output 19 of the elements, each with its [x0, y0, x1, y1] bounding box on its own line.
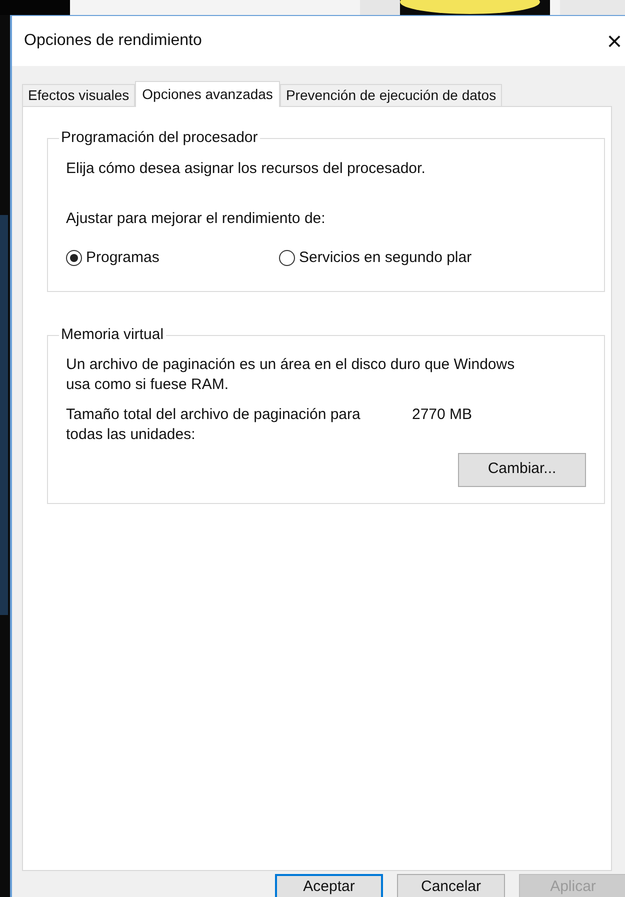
- radio-button[interactable]: [279, 250, 295, 266]
- size-label: Tamaño total del archivo de paginación para todas las unidades:: [66, 404, 362, 444]
- dialog-button[interactable]: Aceptar: [275, 874, 383, 897]
- group-title: Programación del procesador: [60, 128, 259, 148]
- prompt-text: Ajustar para mejorar el rendimiento de:: [66, 209, 326, 229]
- radio-option[interactable]: Programas: [66, 246, 279, 269]
- close-button[interactable]: ×: [606, 28, 622, 54]
- description-text: Un archivo de paginación es un área en el disco duro que Windows usa como si fuese RAM.: [66, 354, 516, 394]
- description-text: Elija cómo desea asignar los recursos del procesador.: [66, 158, 426, 178]
- radio-option[interactable]: Servicios en segundo plar: [279, 246, 472, 269]
- window-title: Opciones de rendimiento: [24, 31, 202, 51]
- group-title: Memoria virtual: [60, 325, 165, 345]
- dialog-button[interactable]: Cancelar: [397, 874, 505, 897]
- tab[interactable]: Opciones avanzadas: [135, 81, 280, 107]
- tab[interactable]: Efectos visuales: [22, 84, 136, 106]
- size-value: 2770 MB: [412, 404, 472, 424]
- change-button[interactable]: Cambiar...: [458, 452, 586, 486]
- tab[interactable]: Prevención de ejecución de datos: [280, 84, 502, 106]
- radio-button[interactable]: [66, 250, 82, 266]
